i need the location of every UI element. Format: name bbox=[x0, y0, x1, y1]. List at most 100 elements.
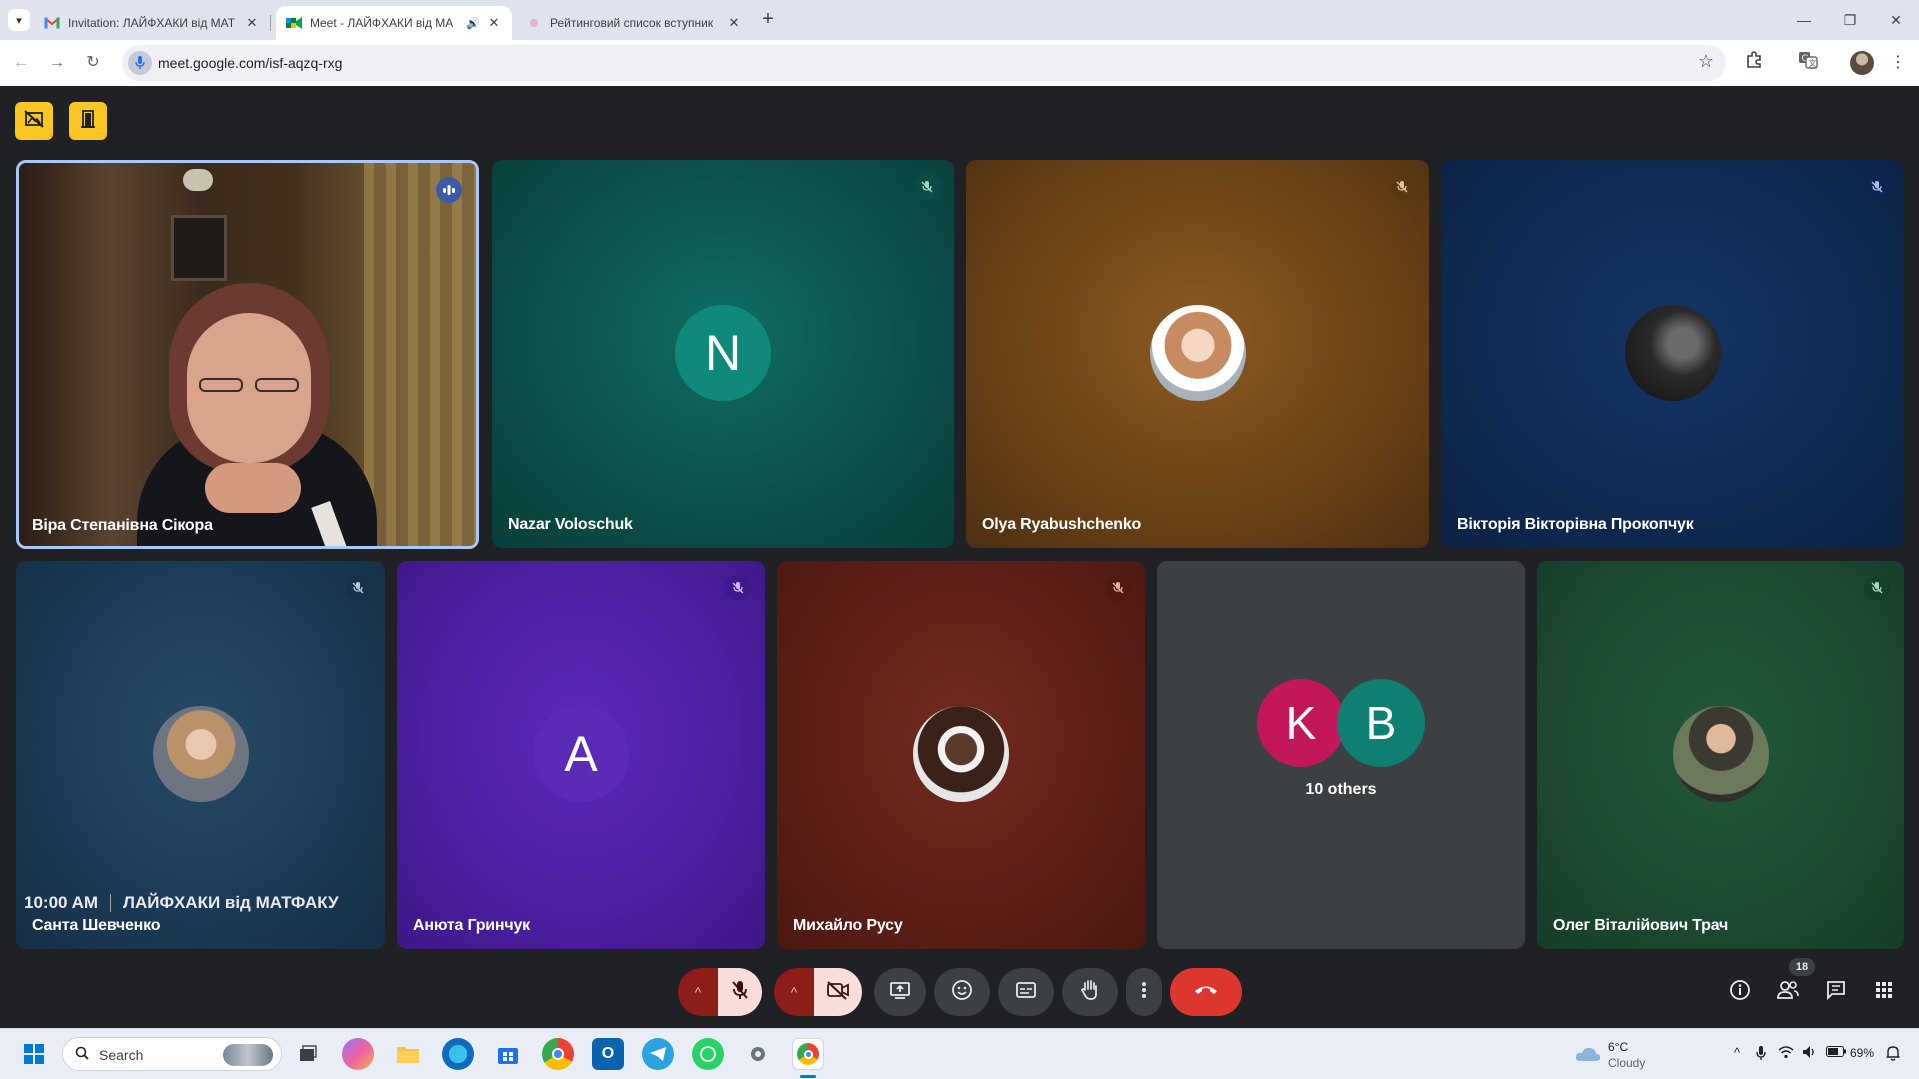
meeting-details: 10:00 AM ЛАЙФХАКИ від МАТФАКУ bbox=[24, 893, 339, 913]
captions-button[interactable] bbox=[998, 968, 1054, 1016]
raise-hand-button[interactable] bbox=[1062, 968, 1118, 1016]
bookmark-star-icon[interactable]: ☆ bbox=[1698, 51, 1714, 72]
picture-off-icon bbox=[24, 109, 44, 133]
profile-avatar[interactable] bbox=[1850, 51, 1874, 75]
meet-stage: Віра Степанівна Сікора N Nazar Voloschuk… bbox=[0, 86, 1919, 1028]
participant-name: Санта Шевченко bbox=[32, 917, 161, 934]
extensions-icon[interactable] bbox=[1742, 51, 1766, 75]
meeting-time: 10:00 AM bbox=[24, 893, 99, 912]
chrome-active-icon[interactable] bbox=[792, 1038, 824, 1070]
chevron-up-icon: ^ bbox=[790, 984, 798, 1000]
chat-button[interactable] bbox=[1820, 976, 1852, 1008]
activities-button[interactable] bbox=[1868, 976, 1900, 1008]
participant-avatar bbox=[153, 706, 249, 802]
tab-invitation[interactable]: Invitation: ЛАЙФХАКИ від МАТ ✕ bbox=[34, 6, 271, 40]
participant-name: Олег Віталійович Трач bbox=[1553, 917, 1729, 934]
chrome-menu-icon[interactable]: ⋮ bbox=[1886, 51, 1910, 75]
back-icon[interactable]: ← bbox=[8, 50, 34, 76]
participant-tile-olya[interactable]: Olya Ryabushchenko bbox=[966, 160, 1429, 548]
reactions-button[interactable] bbox=[934, 968, 990, 1016]
people-icon bbox=[1776, 980, 1800, 1005]
mic-off-icon bbox=[345, 575, 371, 601]
file-explorer-icon[interactable] bbox=[392, 1038, 424, 1070]
meeting-info-button[interactable] bbox=[1724, 976, 1756, 1008]
people-button[interactable] bbox=[1772, 976, 1804, 1008]
mic-off-icon bbox=[1105, 575, 1131, 601]
participant-avatar bbox=[913, 706, 1009, 802]
close-window-icon[interactable]: ✕ bbox=[1876, 6, 1916, 34]
whatsapp-icon[interactable] bbox=[692, 1038, 724, 1070]
audio-settings-button[interactable]: ^ bbox=[678, 968, 718, 1016]
hide-self-view-button[interactable] bbox=[15, 102, 53, 140]
outlook-icon[interactable]: O bbox=[592, 1038, 624, 1070]
video-settings-button[interactable]: ^ bbox=[774, 968, 814, 1016]
close-tab-icon[interactable]: ✕ bbox=[244, 15, 260, 31]
close-tab-icon[interactable]: ✕ bbox=[726, 15, 742, 31]
reload-icon[interactable]: ↻ bbox=[80, 50, 106, 76]
participant-avatar bbox=[1150, 305, 1246, 401]
present-screen-icon bbox=[889, 980, 911, 1005]
wifi-icon[interactable] bbox=[1778, 1045, 1794, 1062]
hang-up-icon bbox=[1193, 983, 1219, 1001]
speaker-icon[interactable]: 🔊 bbox=[466, 17, 480, 30]
search-icon bbox=[75, 1046, 89, 1063]
close-tab-icon[interactable]: ✕ bbox=[486, 15, 502, 31]
participant-name: Віра Степанівна Сікора bbox=[32, 517, 213, 534]
windows-start-icon[interactable] bbox=[18, 1038, 50, 1070]
participant-tile-anyuta[interactable]: A Анюта Гринчук bbox=[397, 561, 765, 949]
participant-video bbox=[19, 163, 476, 546]
present-screen-button[interactable] bbox=[874, 968, 926, 1016]
weather-widget[interactable]: 6°C Cloudy bbox=[1570, 1037, 1660, 1073]
participant-tile-oleh[interactable]: Олег Віталійович Трач bbox=[1537, 561, 1904, 949]
leave-space-button[interactable] bbox=[69, 102, 107, 140]
participant-tile-viktoria[interactable]: Вікторія Вікторівна Прокопчук bbox=[1441, 160, 1904, 548]
tab-title: Invitation: ЛАЙФХАКИ від МАТ bbox=[68, 16, 236, 30]
mic-off-icon bbox=[1389, 174, 1415, 200]
volume-icon[interactable] bbox=[1802, 1045, 1818, 1062]
hand-icon bbox=[1080, 979, 1100, 1006]
participant-tile-nazar[interactable]: N Nazar Voloschuk bbox=[492, 160, 954, 548]
browser-tabstrip: ▾ Invitation: ЛАЙФХАКИ від МАТ ✕ Meet - … bbox=[0, 0, 1919, 40]
notification-bell-icon[interactable] bbox=[1886, 1045, 1900, 1064]
participant-avatar: N bbox=[675, 305, 771, 401]
battery-percent: 69% bbox=[1850, 1045, 1875, 1060]
participant-tile-vira[interactable]: Віра Степанівна Сікора bbox=[16, 160, 479, 549]
tab-rating-list[interactable]: Рейтинговий список вступник ✕ bbox=[516, 6, 752, 40]
chrome-icon[interactable] bbox=[542, 1038, 574, 1070]
restore-icon[interactable]: ❐ bbox=[1830, 6, 1870, 34]
others-tile[interactable]: K B 10 others bbox=[1157, 561, 1525, 949]
active-app-indicator bbox=[800, 1075, 816, 1078]
camera-toggle-button[interactable] bbox=[814, 968, 862, 1016]
participant-avatar: A bbox=[533, 706, 629, 802]
minimize-icon[interactable]: — bbox=[1784, 6, 1824, 34]
chevron-up-icon[interactable]: ^ bbox=[1734, 1045, 1740, 1060]
participant-name: Olya Ryabushchenko bbox=[982, 516, 1142, 533]
copilot-icon[interactable] bbox=[342, 1038, 374, 1070]
tab-search-button[interactable]: ▾ bbox=[8, 9, 30, 31]
search-highlight-image bbox=[223, 1044, 273, 1066]
forward-icon[interactable]: → bbox=[44, 50, 70, 76]
mic-off-icon bbox=[725, 575, 751, 601]
settings-gear-icon[interactable] bbox=[742, 1038, 774, 1070]
svg-text:文: 文 bbox=[1809, 58, 1817, 68]
address-bar[interactable]: meet.google.com/isf-aqzq-rxg ☆ bbox=[122, 45, 1726, 81]
more-options-button[interactable] bbox=[1126, 968, 1162, 1016]
mic-icon[interactable] bbox=[1756, 1045, 1766, 1064]
telegram-icon[interactable] bbox=[642, 1038, 674, 1070]
leave-call-button[interactable] bbox=[1170, 968, 1242, 1016]
task-view-icon[interactable] bbox=[292, 1038, 324, 1070]
edge-icon[interactable] bbox=[442, 1038, 474, 1070]
store-icon[interactable] bbox=[492, 1038, 524, 1070]
new-tab-button[interactable]: + bbox=[756, 8, 780, 32]
participant-tile-mykhailo[interactable]: Михайло Русу bbox=[777, 561, 1145, 949]
door-icon bbox=[78, 109, 98, 134]
participant-tile-santa[interactable]: Санта Шевченко bbox=[16, 561, 385, 949]
mic-in-use-icon[interactable] bbox=[128, 51, 152, 75]
tab-meet[interactable]: Meet - ЛАЙФХАКИ від МА 🔊 ✕ bbox=[276, 6, 512, 40]
url-text[interactable]: meet.google.com/isf-aqzq-rxg bbox=[158, 55, 342, 71]
battery-status[interactable]: 69% bbox=[1826, 1045, 1874, 1060]
meeting-title: ЛАЙФХАКИ від МАТФАКУ bbox=[123, 893, 339, 912]
translate-icon[interactable]: G文 bbox=[1796, 51, 1820, 75]
tab-separator bbox=[270, 15, 271, 31]
taskbar-search[interactable]: Search bbox=[62, 1037, 282, 1071]
